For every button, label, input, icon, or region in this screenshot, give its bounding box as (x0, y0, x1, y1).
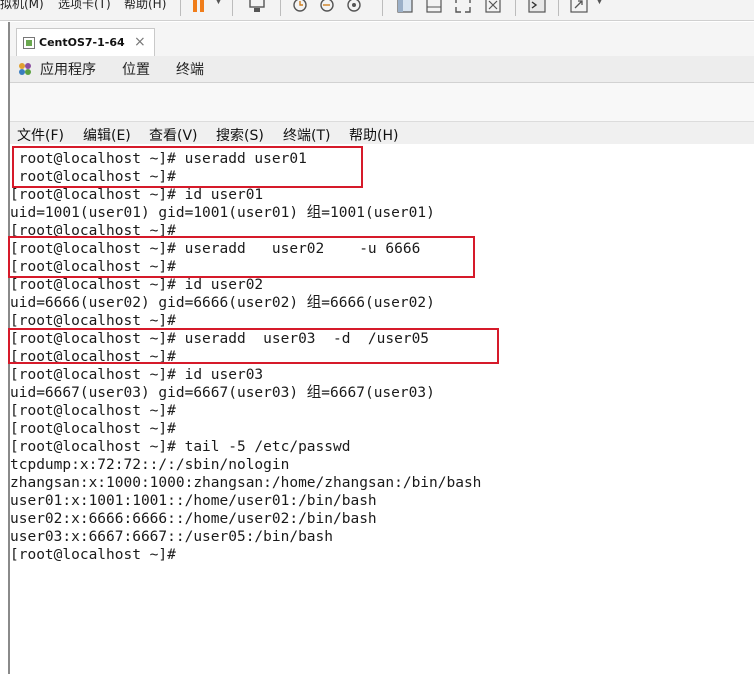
terminal-line: [root@localhost ~]# (10, 403, 176, 419)
terminal-output[interactable]: root@localhost ~]# useradd user01 root@l… (8, 144, 754, 674)
revert-snapshot-icon[interactable] (318, 0, 336, 15)
terminal-menubar: 文件(F) 编辑(E) 查看(V) 搜索(S) 终端(T) 帮助(H) (10, 122, 754, 144)
stretch-icon[interactable] (570, 0, 588, 15)
menu-places[interactable]: 位置 (122, 59, 150, 79)
applications-icon (18, 62, 32, 76)
menu-edit[interactable]: 编辑(E) (83, 125, 131, 145)
toolbar-separator (558, 0, 559, 16)
menu-help[interactable]: 帮助(H) (349, 125, 398, 145)
terminal-line: uid=6667(user03) gid=6667(user03) 组=6667… (10, 385, 435, 401)
terminal-line: uid=1001(user01) gid=1001(user01) 组=1001… (10, 205, 435, 221)
highlight-box-useradd-user01 (12, 146, 363, 188)
terminal-line: uid=6666(user02) gid=6666(user02) 组=6666… (10, 295, 435, 311)
toolbar-separator (280, 0, 281, 16)
terminal-line: [root@localhost ~]# id user02 (10, 277, 264, 293)
toolbar-separator (232, 0, 233, 16)
terminal-line: user01:x:1001:1001::/home/user01:/bin/ba… (10, 493, 377, 509)
terminal-line: [root@localhost ~]# (10, 547, 176, 563)
menu-tabs[interactable]: 选项卡(T) (58, 0, 111, 12)
snapshot-manager-icon[interactable] (345, 0, 363, 15)
menu-vm[interactable]: 拟机(M) (0, 0, 44, 12)
terminal-line: tcpdump:x:72:72::/:/sbin/nologin (10, 457, 290, 473)
chevron-down-icon[interactable]: ▼ (215, 0, 222, 6)
send-keys-icon[interactable] (248, 0, 266, 15)
console-icon[interactable] (528, 0, 546, 15)
vmware-toolbar: 拟机(M) 选项卡(T) 帮助(H) ▼ ▼ (0, 0, 754, 21)
close-icon[interactable]: × (134, 34, 146, 50)
toolbar-separator (180, 0, 181, 16)
tab-title: CentOS7-1-64 (39, 36, 125, 49)
toolbar-separator (382, 0, 383, 16)
gnome-top-panel: 应用程序 位置 终端 (10, 56, 754, 83)
menu-file[interactable]: 文件(F) (17, 125, 64, 145)
menu-view[interactable]: 查看(V) (149, 125, 198, 145)
terminal-line: [root@localhost ~]# tail -5 /etc/passwd (10, 439, 351, 455)
menu-applications[interactable]: 应用程序 (40, 59, 96, 79)
highlight-box-useradd-user02 (8, 236, 475, 278)
vm-icon (23, 37, 35, 49)
menu-search[interactable]: 搜索(S) (216, 125, 264, 145)
highlight-box-useradd-user03 (8, 328, 499, 364)
terminal-line: [root@localhost ~]# (10, 421, 176, 437)
terminal-line: zhangsan:x:1000:1000:zhangsan:/home/zhan… (10, 475, 482, 491)
terminal-line: [root@localhost ~]# id user01 (10, 187, 264, 203)
terminal-line: user03:x:6667:6667::/user05:/bin/bash (10, 529, 334, 545)
pause-icon[interactable] (190, 0, 208, 15)
terminal-line: [root@localhost ~]# id user03 (10, 367, 264, 383)
fullscreen-icon[interactable] (454, 0, 472, 15)
unity-icon[interactable] (484, 0, 502, 15)
menu-terminal-settings[interactable]: 终端(T) (283, 125, 330, 145)
chevron-down-icon[interactable]: ▼ (596, 0, 603, 6)
sidebar-view-icon[interactable] (396, 0, 414, 15)
menu-help[interactable]: 帮助(H) (124, 0, 166, 12)
terminal-line: user02:x:6666:6666::/home/user02:/bin/ba… (10, 511, 377, 527)
snapshot-icon[interactable] (291, 0, 309, 15)
menu-terminal[interactable]: 终端 (176, 59, 204, 79)
terminal-title-area (10, 83, 754, 122)
thumbnail-view-icon[interactable] (425, 0, 443, 15)
toolbar-separator (515, 0, 516, 16)
tab-centos7[interactable]: CentOS7-1-64 × (16, 28, 155, 57)
